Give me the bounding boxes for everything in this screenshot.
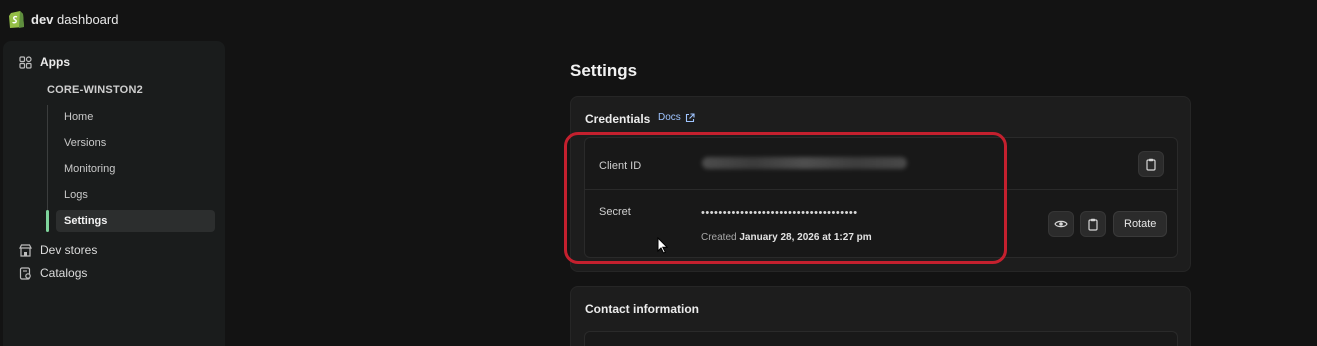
sidebar-item-label: Catalogs	[40, 266, 88, 280]
brand-title[interactable]: dev dashboard	[31, 12, 118, 27]
mouse-cursor-icon	[657, 237, 668, 254]
sidebar-item-versions[interactable]: Versions	[56, 132, 215, 154]
shopify-logo-icon[interactable]	[8, 9, 25, 29]
sidebar-item-label: Logs	[64, 189, 88, 201]
secret-value: ••••••••••••••••••••••••••••••••••••	[701, 207, 858, 219]
sidebar-item-home[interactable]: Home	[56, 106, 215, 128]
sidebar-item-label: Monitoring	[64, 163, 116, 175]
docs-link[interactable]: Docs	[658, 112, 695, 123]
sidebar-item-logs[interactable]: Logs	[56, 184, 215, 206]
sidebar-item-label: Dev stores	[40, 243, 98, 257]
eye-icon	[1054, 220, 1068, 228]
sidebar: Apps CORE-WINSTON2 Home Versions Monitor…	[3, 41, 225, 346]
store-icon	[19, 243, 32, 257]
client-id-label: Client ID	[599, 160, 642, 172]
contact-card: Contact information	[570, 286, 1191, 346]
app-name[interactable]: CORE-WINSTON2	[47, 84, 143, 96]
top-bar: dev dashboard	[0, 0, 1317, 38]
sidebar-item-apps[interactable]: Apps	[19, 55, 70, 69]
secret-created: Created January 28, 2026 at 1:27 pm	[701, 232, 872, 243]
clipboard-icon	[1088, 218, 1098, 231]
apps-icon	[19, 55, 32, 69]
rotate-button-label: Rotate	[1124, 218, 1157, 230]
sidebar-item-label: Apps	[40, 55, 70, 69]
credentials-title: Credentials	[585, 112, 651, 126]
secret-label: Secret	[599, 206, 631, 218]
contact-title: Contact information	[585, 302, 699, 316]
client-id-value-blurred	[702, 157, 907, 169]
sidebar-item-label: Settings	[64, 215, 108, 227]
sidebar-item-dev-stores[interactable]: Dev stores	[19, 243, 97, 257]
sidebar-item-settings[interactable]: Settings	[56, 210, 215, 232]
copy-secret-button[interactable]	[1080, 211, 1106, 237]
credentials-table: Client ID Secret •••••••••••••••••••••••…	[584, 137, 1178, 258]
clipboard-icon	[1146, 158, 1156, 171]
page-title: Settings	[570, 61, 638, 80]
copy-client-id-button[interactable]	[1138, 151, 1164, 177]
external-link-icon	[685, 112, 695, 122]
sidebar-item-monitoring[interactable]: Monitoring	[56, 158, 215, 180]
sidebar-item-label: Versions	[64, 137, 107, 149]
sidebar-item-catalogs[interactable]: Catalogs	[19, 266, 87, 280]
reveal-secret-button[interactable]	[1048, 211, 1074, 237]
catalog-icon	[19, 266, 31, 280]
active-indicator	[46, 210, 49, 232]
docs-link-label: Docs	[658, 112, 681, 123]
row-divider	[585, 189, 1177, 190]
sidebar-item-label: Home	[64, 111, 94, 123]
contact-table	[584, 331, 1178, 346]
rotate-secret-button[interactable]: Rotate	[1113, 211, 1168, 237]
